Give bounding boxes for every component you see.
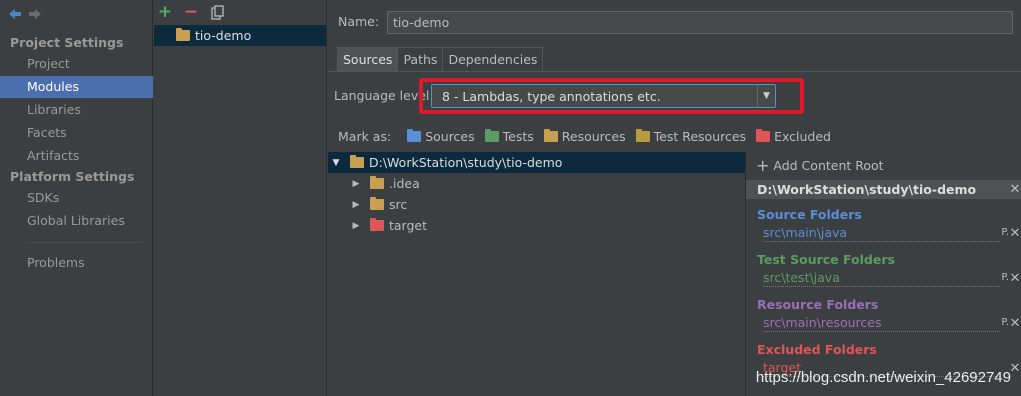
tree-row-label: target: [389, 218, 428, 233]
nav-arrows: [8, 6, 42, 24]
tree-row-label: src: [389, 197, 408, 212]
tab-paths[interactable]: Paths: [398, 47, 444, 72]
project-settings-heading: Project Settings: [10, 35, 124, 50]
nav-divider: [27, 242, 142, 243]
copy-icon[interactable]: [210, 4, 224, 20]
tree-row-label: .idea: [389, 176, 420, 191]
platform-settings-heading: Platform Settings: [10, 169, 135, 184]
tab-underline: [328, 71, 1021, 72]
close-icon[interactable]: ✕: [1009, 226, 1021, 241]
excluded-folders-heading: Excluded Folders: [757, 342, 877, 357]
nav-item-libraries[interactable]: Libraries: [0, 99, 153, 121]
sources-folder-icon: [407, 129, 422, 142]
settings-nav: Project Settings Project Modules Librari…: [0, 0, 153, 396]
tree-root-label: D:\WorkStation\study\tio-demo: [369, 155, 563, 170]
language-level-value: 8 - Lambdas, type annotations etc.: [442, 88, 661, 104]
nav-item-facets[interactable]: Facets: [0, 122, 153, 144]
language-level-select[interactable]: 8 - Lambdas, type annotations etc. ▼: [431, 84, 776, 108]
back-arrow-icon[interactable]: [8, 6, 22, 22]
nav-item-artifacts[interactable]: Artifacts: [0, 145, 153, 167]
nav-item-modules[interactable]: Modules: [0, 76, 153, 98]
mark-as-bar: Mark as: Sources Tests Resources Test Re…: [338, 129, 841, 144]
module-toolbar: + −: [158, 3, 224, 21]
close-icon[interactable]: ✕: [1009, 316, 1021, 331]
plus-icon: +: [756, 155, 770, 175]
mark-tests-button[interactable]: Tests: [484, 129, 534, 144]
test-source-folder-path[interactable]: src\test\java: [763, 270, 1000, 287]
tree-root-row[interactable]: ▼ D:\WorkStation\study\tio-demo: [328, 152, 745, 173]
tests-folder-icon: [484, 129, 499, 142]
mark-excluded-label: Excluded: [774, 129, 831, 144]
nav-item-sdks[interactable]: SDKs: [0, 187, 153, 209]
resources-folder-icon: [543, 129, 558, 142]
mark-test-resources-label: Test Resources: [653, 129, 747, 144]
expand-triangle-icon[interactable]: ▶: [350, 200, 362, 210]
module-settings-pane: Name: tio-demo Sources Paths Dependencie…: [328, 0, 1021, 396]
mark-as-label: Mark as:: [338, 129, 392, 144]
mark-resources-label: Resources: [561, 129, 626, 144]
test-source-folders-heading: Test Source Folders: [757, 252, 895, 267]
nav-item-project[interactable]: Project: [0, 53, 153, 75]
resource-folders-heading: Resource Folders: [757, 297, 879, 312]
nav-item-problems[interactable]: Problems: [0, 252, 153, 274]
folder-properties-button[interactable]: P.: [1001, 317, 1009, 328]
tree-row-target[interactable]: ▶ target: [350, 215, 427, 236]
resource-folder-path[interactable]: src\main\resources: [763, 315, 1000, 332]
mark-tests-label: Tests: [502, 129, 534, 144]
module-list-panel: + − tio-demo: [154, 0, 327, 396]
folder-icon: [350, 155, 364, 168]
content-root-tree: ▼ D:\WorkStation\study\tio-demo ▶ .idea …: [328, 152, 745, 396]
nav-item-global-libraries[interactable]: Global Libraries: [0, 210, 153, 232]
excluded-folder-icon: [370, 218, 384, 231]
language-level-label: Language level:: [334, 88, 434, 103]
module-item-tio-demo[interactable]: tio-demo: [154, 25, 326, 46]
chevron-down-icon[interactable]: ▼: [757, 85, 775, 107]
tree-row-src[interactable]: ▶ src: [350, 194, 407, 215]
add-content-root-button[interactable]: + Add Content Root: [756, 155, 884, 175]
folder-icon: [370, 176, 384, 189]
excluded-folder-icon: [756, 129, 771, 142]
tab-sources[interactable]: Sources: [337, 47, 399, 72]
content-roots-panel: + Add Content Root D:\WorkStation\study\…: [745, 152, 1021, 396]
folder-icon: [370, 197, 384, 210]
name-label: Name:: [338, 14, 380, 29]
module-item-label: tio-demo: [195, 28, 252, 43]
source-folders-heading: Source Folders: [757, 207, 862, 222]
close-icon[interactable]: ✕: [1009, 182, 1021, 197]
remove-icon[interactable]: −: [184, 4, 198, 21]
tab-dependencies[interactable]: Dependencies: [443, 47, 544, 72]
add-icon[interactable]: +: [158, 4, 172, 21]
mark-resources-button[interactable]: Resources: [543, 129, 626, 144]
folder-properties-button[interactable]: P.: [1001, 227, 1009, 238]
module-name-input[interactable]: tio-demo: [387, 11, 1013, 34]
add-content-root-label: Add Content Root: [773, 158, 884, 173]
mark-sources-label: Sources: [425, 129, 475, 144]
mark-test-resources-button[interactable]: Test Resources: [635, 129, 747, 144]
mark-excluded-button[interactable]: Excluded: [756, 129, 831, 144]
module-tabs: Sources Paths Dependencies: [337, 47, 544, 72]
expand-triangle-icon[interactable]: ▶: [350, 221, 362, 231]
test-resources-folder-icon: [635, 129, 650, 142]
mark-sources-button[interactable]: Sources: [407, 129, 475, 144]
collapse-triangle-icon[interactable]: ▼: [330, 158, 342, 168]
content-root-path: D:\WorkStation\study\tio-demo: [757, 182, 977, 197]
watermark-text: https://blog.csdn.net/weixin_42692749: [755, 369, 1011, 386]
tree-row-idea[interactable]: ▶ .idea: [350, 173, 420, 194]
module-folder-icon: [176, 28, 190, 41]
forward-arrow-icon[interactable]: [28, 6, 42, 22]
close-icon[interactable]: ✕: [1009, 271, 1021, 286]
content-root-header: D:\WorkStation\study\tio-demo: [746, 180, 1021, 199]
source-folder-path[interactable]: src\main\java: [763, 225, 1000, 242]
folder-properties-button[interactable]: P.: [1001, 272, 1009, 283]
expand-triangle-icon[interactable]: ▶: [350, 179, 362, 189]
